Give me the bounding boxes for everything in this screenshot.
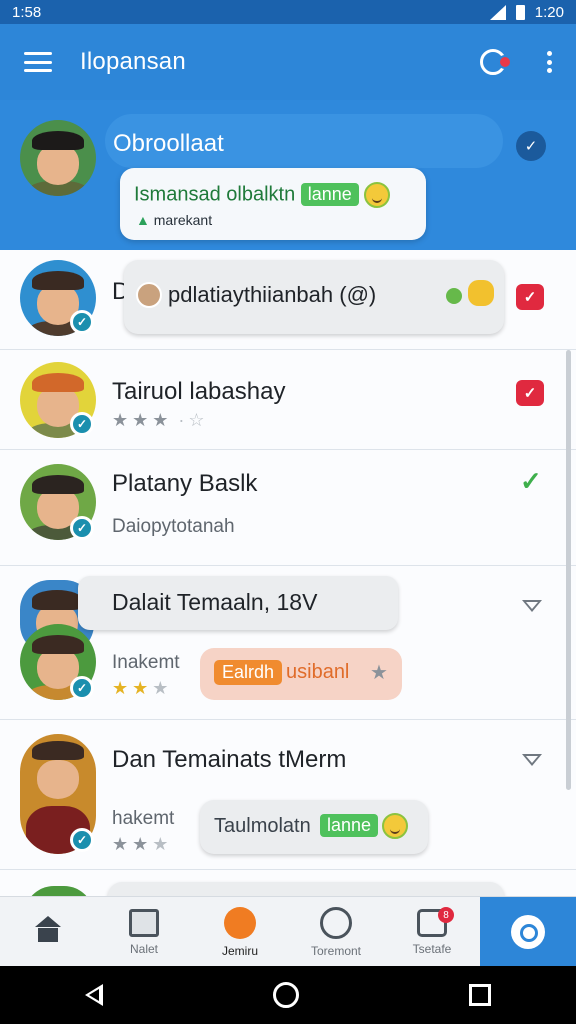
nav-label: Tsetafe [412,941,452,956]
unread-badge: ✓ [516,380,544,406]
status-time: 1:58 [12,3,42,21]
message-bubble [108,882,504,896]
nav-nalet[interactable]: Nalet [96,897,192,967]
avatar [20,120,96,196]
chat-subtitle: Inakemt [112,652,180,673]
chat-subtitle: Daiopytotanah [112,516,235,537]
nav-home[interactable] [0,897,96,967]
bubble-sub: marekant [153,212,213,228]
chevron-down-icon[interactable] [522,754,542,766]
kebab-icon[interactable] [546,51,552,73]
read-check-icon: ✓ [520,466,542,496]
chat-list[interactable]: Obroollaat ✓ Ismansad olbalktn lanne ▲ m… [0,100,576,896]
nav-tsetafe[interactable]: 8 Tsetafe [384,897,480,967]
compose-button[interactable] [480,897,576,967]
nav-jemiru[interactable]: Jemiru [192,897,288,967]
status-icons: 1:20 [489,3,564,21]
chat-name: Tairuol labashay [112,378,286,405]
nav-label: Nalet [129,941,158,956]
message-bubble: Ismansad olbalktn lanne ▲ marekant [120,168,426,240]
sticker-icon [468,280,494,306]
message-bubble: Taulmolatn lanne [200,800,428,854]
bubble-tag: Ealrdh [214,660,283,685]
chat-name: Dan Temainats tMerm [112,746,347,773]
system-nav-bar [0,966,576,1024]
smile-emoji-icon [382,813,408,839]
home-circle-icon[interactable] [273,982,299,1008]
chat-row[interactable]: ✓ D pdlatiaythiianbah (@) ✓ [0,250,576,350]
chat-row-partial[interactable] [0,870,576,896]
status-clock: 1:20 [534,3,564,21]
compose-chat-icon [511,915,545,949]
chat-bubble-icon [224,906,256,939]
bubble-text: pdlatiaythiianbah (@) [168,282,377,307]
back-icon[interactable] [85,984,103,1006]
bubble-tag: lanne [300,183,359,207]
nav-label: Toremont [310,943,362,958]
menu-icon[interactable] [24,52,52,72]
arrow-icon: ▲ [136,212,150,228]
avatar-mini [136,282,162,308]
status-bar: 1:58 1:20 [0,0,576,24]
app-bar: Ilopansan [0,24,576,100]
battery-icon [515,4,525,20]
bubble-tag: lanne [320,814,379,837]
unread-badge: ✓ [516,284,544,310]
star-icon: ★ [370,662,388,684]
recents-icon[interactable] [469,984,491,1006]
rating-stars: ★ ★ ★ · ☆ [112,410,205,430]
nav-label: Jemiru [221,943,258,958]
verified-icon: ✓ [70,516,94,540]
chat-row[interactable]: ✓ Platany Baslk Daiopytotanah ✓ [0,450,576,566]
verified-icon: ✓ [70,828,94,852]
message-bubble: Ealrdh usibanl ★ [200,648,402,700]
chat-subtitle: hakemt [112,808,175,829]
rating-stars: ★ ★ ★ [112,678,169,698]
chat-row[interactable]: ✓ Dan Temainats tMerm hakemt ★ ★ ★ Taulmol… [0,720,576,870]
chat-row-selected[interactable]: Obroollaat ✓ Ismansad olbalktn lanne ▲ m… [0,100,576,250]
bubble-text: usibanl [286,661,350,683]
verified-icon: ✓ [70,676,94,700]
chat-row[interactable]: ✓ Tairuol labashay ★ ★ ★ · ☆ ✓ [0,350,576,450]
bubble-text: Ismansad olbalktn [134,183,296,206]
bottom-nav: Nalet Jemiru Toremont 8 Tsetafe [0,896,576,967]
chat-row[interactable]: ✓ Dalait Temaaln, 18V Inakemt ★ ★ ★ Ealrdh… [0,566,576,720]
leaf-icon [446,288,462,304]
chat-name: Dalait Temaaln, 18V [112,589,318,615]
home-icon [33,915,63,944]
avatar [24,886,94,896]
verified-icon: ✓ [70,310,94,334]
verified-icon: ✓ [70,412,94,436]
notification-badge: 8 [438,907,454,923]
name-bubble: Dalait Temaaln, 18V [78,576,398,630]
app-title: Ilopansan [80,48,186,75]
chat-name: Obroollaat [113,130,224,157]
chat-name: Platany Baslk [112,470,258,497]
image-icon [129,908,159,937]
selected-check-icon[interactable]: ✓ [516,131,546,161]
chevron-down-icon[interactable] [522,600,542,612]
community-icon [320,906,352,939]
rating-stars: ★ ★ ★ [112,834,169,854]
scrollbar[interactable] [566,350,571,790]
chat-action-icon[interactable] [478,47,512,77]
nav-toremont[interactable]: Toremont [288,897,384,967]
signal-icon [489,4,506,20]
bubble-text: Taulmolatn [214,815,311,837]
message-bubble: pdlatiaythiianbah (@) [124,260,504,334]
smile-emoji-icon [364,182,391,208]
